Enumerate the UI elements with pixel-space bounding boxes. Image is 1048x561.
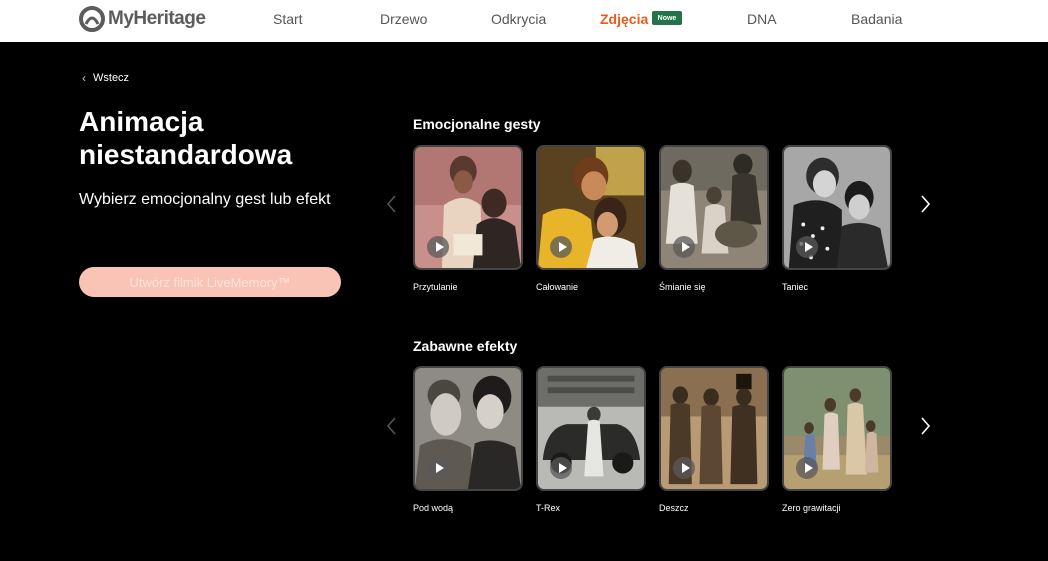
nav-start[interactable]: Start <box>273 11 303 27</box>
page-title: Animacja niestandardowa <box>79 106 293 170</box>
chevron-right-icon <box>921 195 931 213</box>
myheritage-logo-icon <box>79 6 105 32</box>
carousel-next-button[interactable] <box>917 193 933 215</box>
top-navigation-bar: MyHeritage Start Drzewo Odkrycia Zdjęcia… <box>0 0 1048 42</box>
carousel-prev-button[interactable] <box>384 193 400 215</box>
gesture-card-hug[interactable] <box>413 145 523 270</box>
play-icon <box>550 236 572 258</box>
carousel-next-button[interactable] <box>917 415 933 437</box>
myheritage-logo[interactable]: MyHeritage <box>79 6 206 32</box>
card-label-kiss: Całowanie <box>536 282 579 292</box>
play-icon <box>427 457 449 479</box>
card-label-hug: Przytulanie <box>413 282 458 292</box>
logo-text: MyHeritage <box>108 8 206 29</box>
carousel-prev-button[interactable] <box>384 415 400 437</box>
gesture-card-dance[interactable] <box>782 145 892 270</box>
nav-drzewo[interactable]: Drzewo <box>380 11 427 27</box>
play-icon <box>796 457 818 479</box>
gesture-card-kiss[interactable] <box>536 145 646 270</box>
create-livememory-button[interactable]: Utwórz filmik LiveMemory™ <box>79 267 341 297</box>
nav-zdjecia[interactable]: Zdjęcia <box>600 11 648 27</box>
back-label: Wstecz <box>93 72 130 84</box>
chevron-left-icon <box>386 195 396 213</box>
card-label-zero-gravity: Zero grawitacji <box>782 503 841 513</box>
chevron-right-icon <box>921 417 931 435</box>
effect-card-zero-gravity[interactable] <box>782 366 892 491</box>
card-label-underwater: Pod wodą <box>413 503 454 513</box>
effect-card-underwater[interactable] <box>413 366 523 491</box>
play-icon <box>796 236 818 258</box>
section-title-emotional-gestures: Emocjonalne gesty <box>413 116 541 132</box>
page-subtitle: Wybierz emocjonalny gest lub efekt <box>79 191 331 208</box>
effect-card-rain[interactable] <box>659 366 769 491</box>
nav-odkrycia[interactable]: Odkrycia <box>491 11 546 27</box>
gesture-card-laugh[interactable] <box>659 145 769 270</box>
nav-dna[interactable]: DNA <box>747 11 777 27</box>
play-icon <box>673 236 695 258</box>
new-badge: Nowe <box>652 11 682 25</box>
section-title-fun-effects: Zabawne efekty <box>413 338 518 354</box>
back-link[interactable]: ‹ Wstecz <box>82 71 129 85</box>
play-icon <box>427 236 449 258</box>
card-label-dance: Taniec <box>782 282 809 292</box>
card-label-t-rex: T-Rex <box>536 503 561 513</box>
play-icon <box>673 457 695 479</box>
chevron-left-icon: ‹ <box>82 71 86 85</box>
effect-card-t-rex[interactable] <box>536 366 646 491</box>
nav-badania[interactable]: Badania <box>851 11 902 27</box>
chevron-left-icon <box>386 417 396 435</box>
card-label-rain: Deszcz <box>659 503 689 513</box>
card-label-laugh: Śmianie się <box>659 282 706 292</box>
play-icon <box>550 457 572 479</box>
